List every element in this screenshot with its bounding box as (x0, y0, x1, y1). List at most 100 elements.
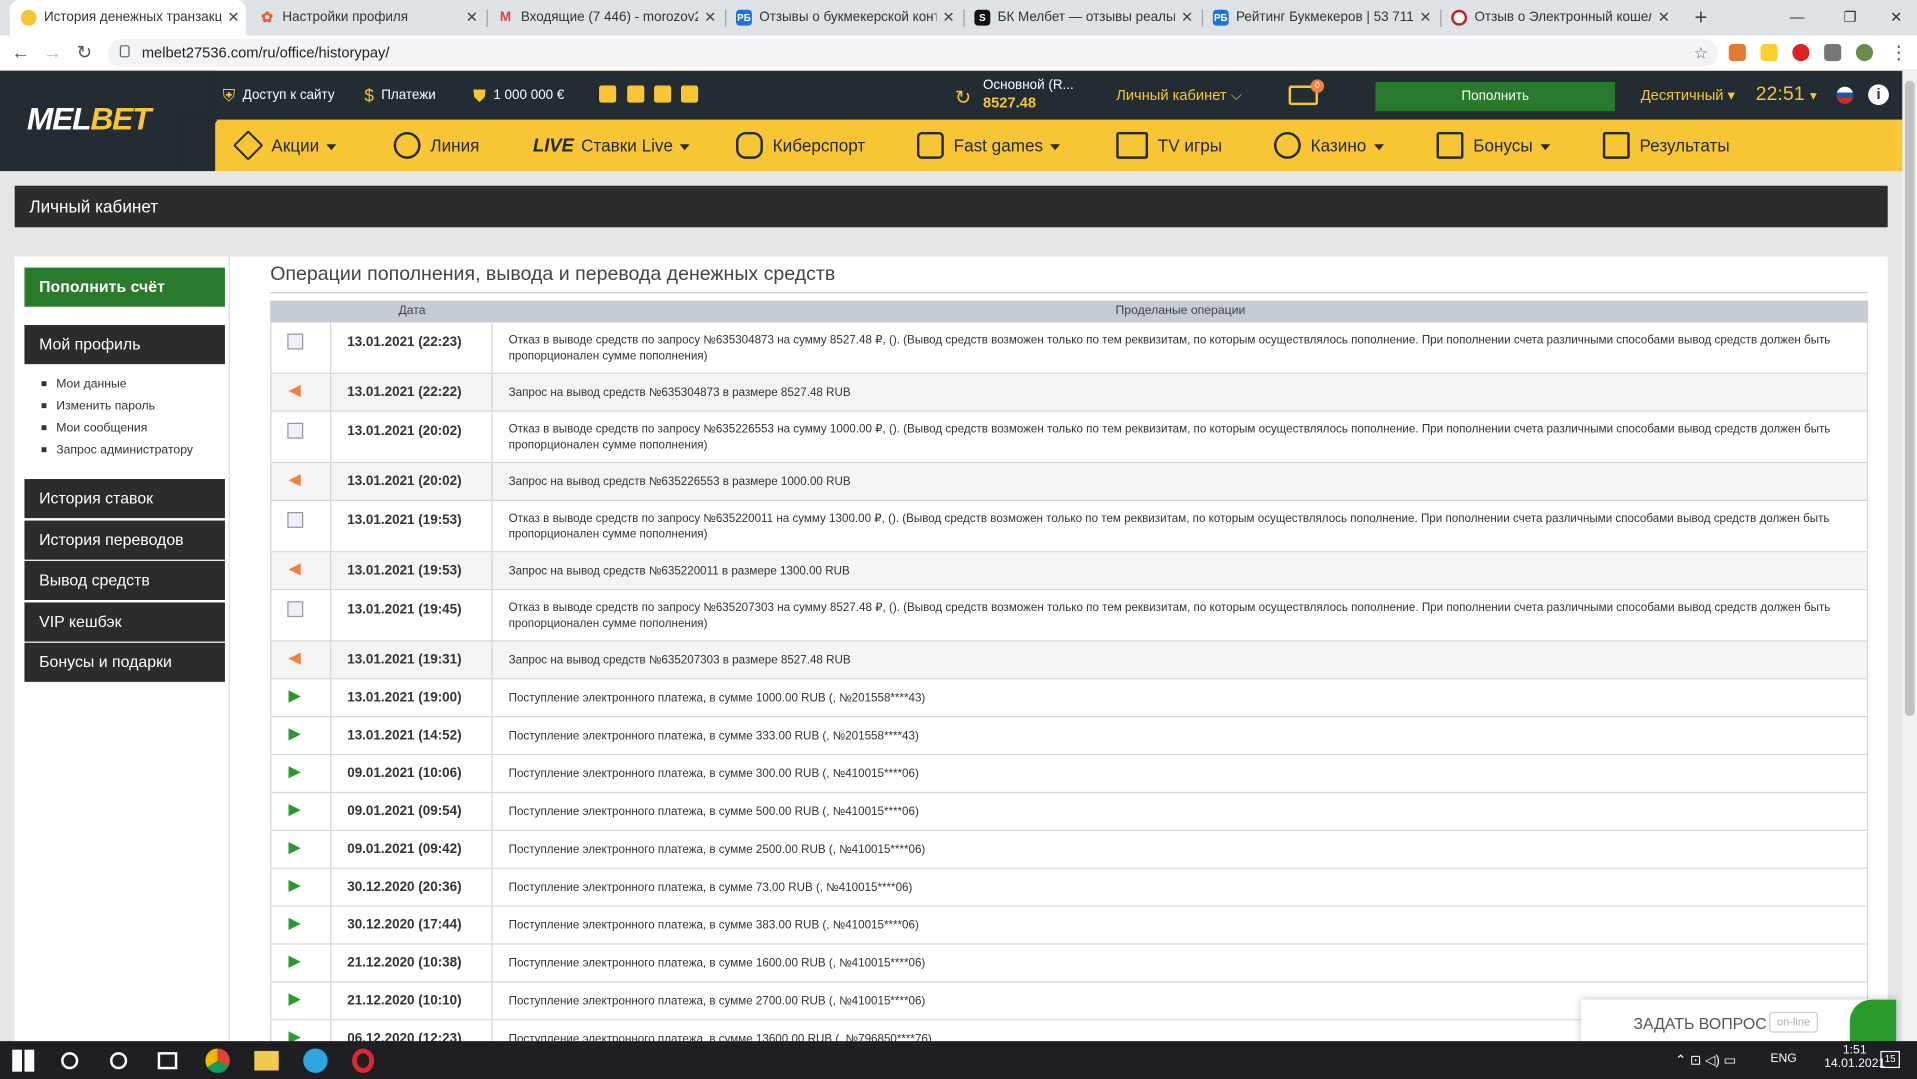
cabinet-link[interactable]: Личный кабинет ⌵ (1116, 71, 1242, 120)
sidebar-link-change-password[interactable]: Изменить пароль (42, 396, 155, 418)
tab-reviews-1[interactable]: РБ Отзывы о букмекерской конто ✕ (725, 0, 961, 35)
file-explorer-icon[interactable] (254, 1050, 279, 1071)
row-operation-text: Отказ в выводе средств по запросу №63530… (493, 322, 1869, 373)
deposit-button[interactable]: Пополнить (1375, 81, 1616, 112)
opera-extension-icon[interactable] (1792, 43, 1810, 62)
broken-image-icon (287, 333, 304, 350)
tab-reviews-2[interactable]: S БК Мелбет — отзывы реальны ✕ (963, 0, 1199, 35)
logo-text: MEL (26, 100, 92, 137)
sidebar-item-bet-history[interactable]: История ставок (24, 479, 225, 519)
extension-icon[interactable] (1760, 43, 1778, 62)
cortana-icon[interactable] (110, 1052, 128, 1070)
page-title: Личный кабинет (14, 185, 1888, 228)
menu-dots-icon[interactable]: ⋮ (1885, 40, 1912, 67)
forward-icon[interactable]: → (39, 40, 66, 67)
minimize-button[interactable]: — (1790, 0, 1805, 35)
tab-wallet-review[interactable]: Отзыв о Электронный кошелек ✕ (1440, 0, 1676, 35)
bonus-link[interactable]: ⛊ 1 000 000 € (473, 71, 564, 120)
broken-image-icon (287, 422, 304, 439)
sidebar-item-withdraw[interactable]: Вывод средств (24, 560, 225, 601)
sidebar-link-messages[interactable]: Мои сообщения (42, 418, 147, 440)
url-text[interactable]: melbet27536.com/ru/office/historypay/ (142, 39, 390, 67)
tray-icons[interactable]: ⌃ ⊡ ◁) ▭ (1675, 1052, 1736, 1068)
metamask-icon[interactable] (1728, 43, 1746, 62)
instagram-icon[interactable] (654, 85, 672, 103)
sidebar-deposit-button[interactable]: Пополнить счёт (24, 267, 225, 307)
row-date: 13.01.2021 (22:23) (331, 322, 493, 373)
facebook-icon[interactable] (627, 85, 645, 103)
sidebar-item-transfer-history[interactable]: История переводов (24, 520, 225, 560)
bookmark-star-icon[interactable]: ☆ (1694, 39, 1708, 67)
close-window-button[interactable]: ✕ (1890, 0, 1902, 35)
balance-block[interactable]: Основной (R... 8527.48 (983, 77, 1074, 111)
nav-promotions[interactable]: Акции (232, 120, 337, 171)
close-tab-icon[interactable]: ✕ (1419, 0, 1431, 35)
podium-icon (1602, 132, 1630, 160)
close-tab-icon[interactable]: ✕ (227, 0, 239, 35)
page-scrollbar[interactable] (1902, 70, 1917, 1042)
deposit-arrow-icon (288, 727, 301, 740)
nav-results[interactable]: Результаты (1602, 120, 1730, 171)
row-date: 30.12.2020 (17:44) (331, 906, 493, 944)
tab-gmail[interactable]: M Входящие (7 446) - morozov221 ✕ (487, 0, 723, 35)
omnibox[interactable]: melbet27536.com/ru/office/historypay/ ☆ (107, 39, 1718, 68)
table-row: 13.01.2021 (19:45) Отказ в выводе средств… (270, 590, 1869, 642)
row-date: 21.12.2020 (10:38) (331, 944, 493, 982)
sidebar-item-profile[interactable]: Мой профиль (24, 325, 225, 365)
close-tab-icon[interactable]: ✕ (466, 0, 478, 35)
scrollbar-thumb[interactable] (1904, 80, 1915, 717)
search-icon[interactable] (61, 1052, 79, 1070)
site-access-link[interactable]: ⛨ Доступ к сайту (223, 71, 335, 120)
telegram-icon[interactable] (680, 85, 699, 103)
restore-button[interactable]: ❐ (1844, 0, 1857, 35)
nav-fast-games[interactable]: Fast games (916, 120, 1061, 171)
info-icon[interactable]: i (1868, 84, 1889, 106)
nav-line[interactable]: Линия (393, 120, 479, 171)
deposit-arrow-icon (288, 841, 301, 854)
close-tab-icon[interactable]: ✕ (1658, 0, 1670, 35)
nav-casino[interactable]: Казино (1273, 120, 1384, 171)
close-tab-icon[interactable]: ✕ (704, 0, 716, 35)
nav-esports[interactable]: Киберспорт (736, 120, 865, 171)
row-icon-cell (270, 793, 332, 830)
row-date: 13.01.2021 (20:02) (331, 411, 493, 462)
row-date: 13.01.2021 (19:53) (331, 552, 493, 590)
deposit-arrow-icon (288, 689, 301, 703)
nav-bonuses[interactable]: Бонусы (1436, 120, 1550, 171)
tab-profile-settings[interactable]: ✿ Настройки профиля ✕ (248, 0, 484, 35)
site-clock[interactable]: 22:51 ▾ (1756, 71, 1817, 120)
notifications-icon[interactable]: 15 (1880, 1050, 1900, 1069)
sidebar-link-my-data[interactable]: Мои данные (42, 374, 126, 396)
language-indicator[interactable]: ENG (1770, 1052, 1796, 1065)
chrome-icon[interactable] (205, 1048, 230, 1073)
clock[interactable]: 1:51 14.01.2021 (1824, 1044, 1885, 1071)
tab-rating[interactable]: РБ Рейтинг Букмекеров | 53 711 от ✕ (1202, 0, 1438, 35)
sidebar-item-vip-cashback[interactable]: VIP кешбэк (24, 602, 225, 642)
avatar-icon[interactable] (1855, 43, 1874, 62)
task-view-icon[interactable] (157, 1052, 178, 1070)
odds-format-select[interactable]: Десятичный ▾ (1641, 71, 1735, 120)
nav-tv-games[interactable]: TV игры (1116, 120, 1222, 171)
logo-accent: BET (90, 100, 151, 137)
russian-flag-icon[interactable] (1836, 86, 1854, 104)
close-tab-icon[interactable]: ✕ (1181, 0, 1193, 35)
rb-favicon: РБ (736, 9, 752, 26)
row-operation-text: Поступление электронного платежа, в сумм… (493, 868, 1869, 906)
telegram-app-icon[interactable] (303, 1048, 328, 1073)
refresh-balance-icon[interactable]: ↻ (955, 86, 971, 110)
puzzle-icon[interactable] (1824, 43, 1842, 62)
reload-icon[interactable]: ↻ (71, 40, 98, 67)
nav-live[interactable]: LIVE Ставки Live (533, 120, 691, 171)
melbet-logo[interactable]: MELBET (26, 100, 152, 138)
back-icon[interactable]: ← (7, 40, 34, 67)
row-date: 09.01.2021 (09:42) (331, 830, 493, 868)
close-tab-icon[interactable]: ✕ (943, 0, 955, 35)
new-tab-button[interactable]: + (1695, 0, 1708, 35)
opera-icon[interactable] (352, 1048, 375, 1073)
sidebar-item-bonuses[interactable]: Бонусы и подарки (24, 642, 225, 682)
payments-link[interactable]: $ Платежи (364, 71, 435, 120)
vk-icon[interactable] (599, 85, 617, 103)
tab-history[interactable]: История денежных транзакций ✕ (9, 0, 246, 36)
sidebar-link-admin-request[interactable]: Запрос администратору (42, 440, 193, 462)
windows-start-icon[interactable] (12, 1049, 35, 1072)
